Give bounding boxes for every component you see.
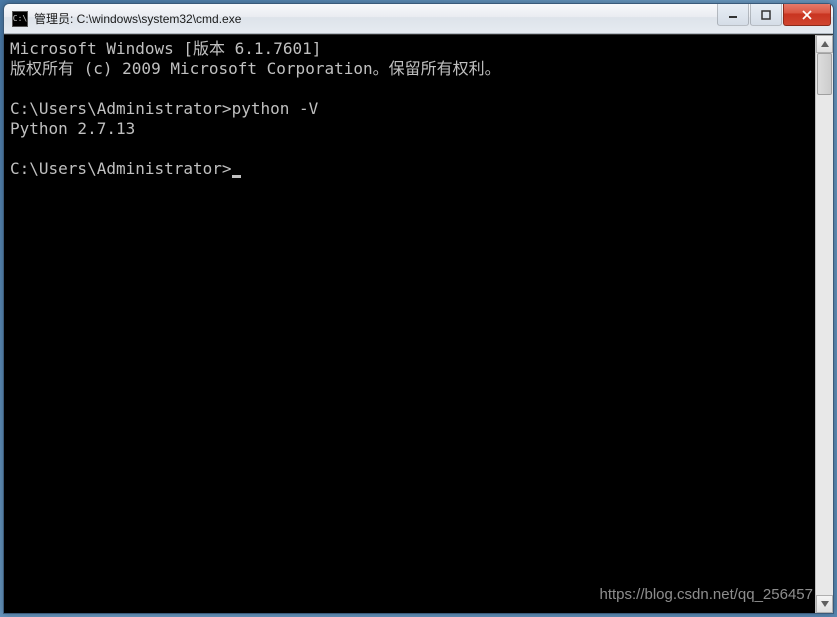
scroll-up-button[interactable] — [816, 35, 833, 53]
minimize-button[interactable] — [717, 4, 749, 26]
terminal-output[interactable]: Microsoft Windows [版本 6.1.7601] 版权所有 (c)… — [4, 35, 815, 613]
cmd-icon: C:\ — [12, 11, 28, 27]
cursor — [232, 175, 241, 178]
maximize-button[interactable] — [750, 4, 782, 26]
cmd-window: C:\ 管理员: C:\windows\system32\cmd.exe Mic… — [3, 3, 834, 614]
window-controls — [717, 4, 831, 33]
close-button[interactable] — [783, 4, 831, 26]
terminal-area: Microsoft Windows [版本 6.1.7601] 版权所有 (c)… — [4, 34, 833, 613]
command-1: python -V — [232, 99, 319, 118]
scrollbar-vertical[interactable] — [815, 35, 833, 613]
prompt-1: C:\Users\Administrator> — [10, 99, 232, 118]
scroll-track[interactable] — [816, 53, 833, 595]
titlebar[interactable]: C:\ 管理员: C:\windows\system32\cmd.exe — [4, 4, 833, 34]
window-title: 管理员: C:\windows\system32\cmd.exe — [34, 10, 717, 27]
scroll-thumb[interactable] — [817, 53, 832, 95]
prompt-2: C:\Users\Administrator> — [10, 159, 232, 178]
banner-line-2: 版权所有 (c) 2009 Microsoft Corporation。保留所有… — [10, 59, 501, 78]
output-1: Python 2.7.13 — [10, 119, 135, 138]
banner-line-1: Microsoft Windows [版本 6.1.7601] — [10, 39, 321, 58]
scroll-down-button[interactable] — [816, 595, 833, 613]
